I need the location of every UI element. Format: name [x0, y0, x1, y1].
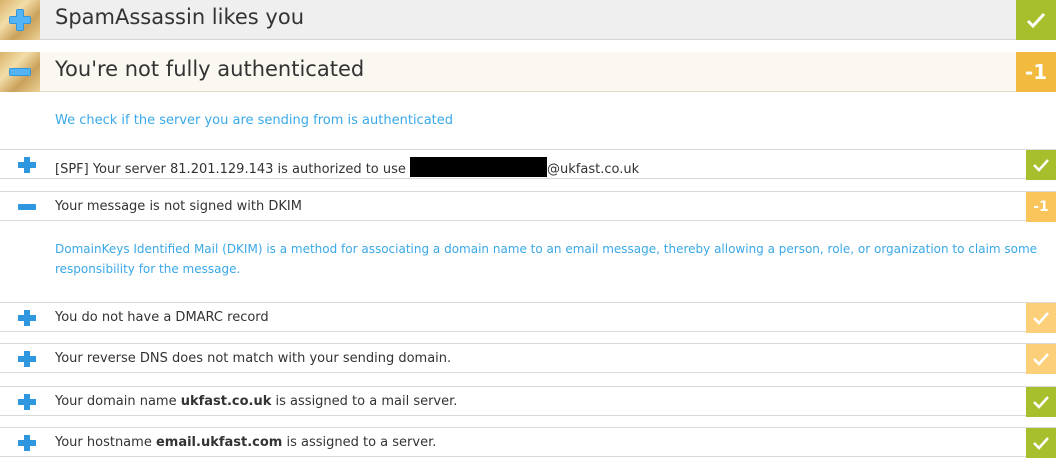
- section-description: We check if the server you are sending f…: [55, 113, 454, 128]
- plus-icon: [18, 435, 36, 451]
- minus-icon: [18, 204, 36, 210]
- check-icon: [1033, 437, 1049, 450]
- pass-badge: [1026, 150, 1056, 180]
- pass-badge: [1016, 0, 1056, 40]
- section-title: You're not fully authenticated: [55, 57, 365, 81]
- pass-badge: [1026, 303, 1056, 333]
- check-text: Your reverse DNS does not match with you…: [55, 351, 452, 366]
- check-text: You do not have a DMARC record: [55, 310, 269, 325]
- check-icon: [1033, 353, 1049, 366]
- check-row-rdns[interactable]: Your reverse DNS does not match with you…: [0, 343, 1056, 374]
- check-text: Your domain name ukfast.co.uk is assigne…: [55, 394, 458, 409]
- section-authentication[interactable]: You're not fully authenticated -1: [0, 52, 1056, 92]
- plus-icon: [18, 394, 36, 410]
- check-icon: [1033, 312, 1049, 325]
- check-row-dmarc[interactable]: You do not have a DMARC record: [0, 302, 1056, 333]
- plus-icon: [9, 9, 31, 31]
- section-spamassassin[interactable]: SpamAssassin likes you: [0, 0, 1056, 40]
- check-icon: [1033, 396, 1049, 409]
- plus-icon: [18, 351, 36, 367]
- section-title: SpamAssassin likes you: [55, 5, 305, 29]
- check-row-spf[interactable]: [SPF] Your server 81.201.129.143 is auth…: [0, 149, 1056, 180]
- dkim-detail: DomainKeys Identified Mail (DKIM) is a m…: [55, 242, 1038, 276]
- check-icon: [1033, 159, 1049, 172]
- score-badge: -1: [1016, 52, 1056, 92]
- check-row-domain[interactable]: Your domain name ukfast.co.uk is assigne…: [0, 386, 1056, 417]
- check-row-hostname[interactable]: Your hostname email.ukfast.com is assign…: [0, 427, 1056, 458]
- redacted-block: [410, 157, 548, 177]
- check-text: [SPF] Your server 81.201.129.143 is auth…: [55, 157, 639, 177]
- pass-badge: [1026, 344, 1056, 374]
- score-badge: -1: [1026, 192, 1056, 222]
- plus-icon: [18, 157, 36, 173]
- minus-icon: [9, 68, 31, 76]
- pass-badge: [1026, 428, 1056, 458]
- collapse-toggle[interactable]: [0, 52, 40, 92]
- pass-badge: [1026, 387, 1056, 417]
- check-row-dkim[interactable]: Your message is not signed with DKIM -1: [0, 191, 1056, 222]
- check-icon: [1026, 12, 1046, 29]
- check-text: Your hostname email.ukfast.com is assign…: [55, 435, 437, 450]
- check-text: Your message is not signed with DKIM: [55, 199, 302, 214]
- expand-toggle[interactable]: [0, 0, 40, 40]
- plus-icon: [18, 310, 36, 326]
